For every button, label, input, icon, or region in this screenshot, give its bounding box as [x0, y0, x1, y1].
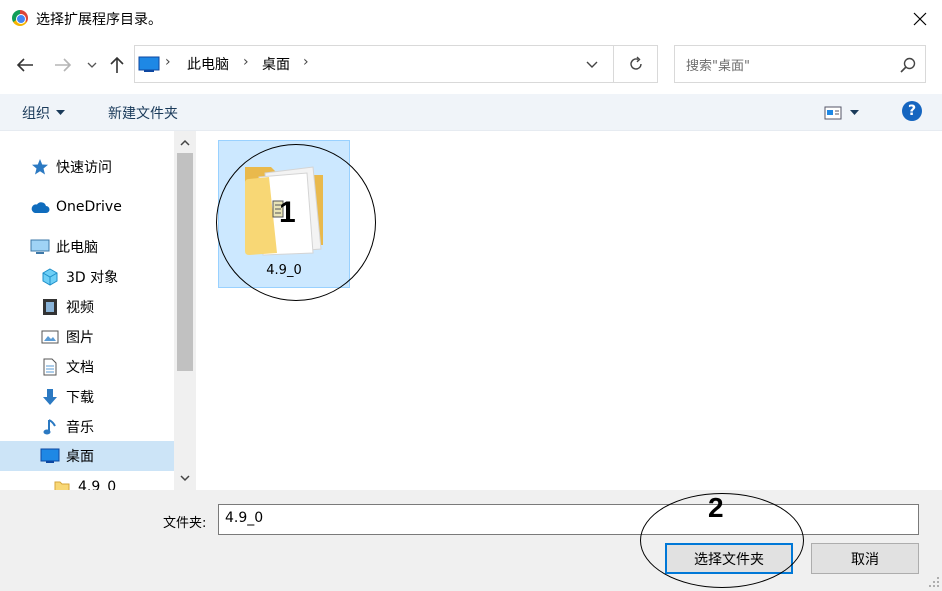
- folder-name-field[interactable]: 4.9_0: [218, 504, 919, 535]
- sidebar-item-desktop[interactable]: 桌面: [0, 441, 174, 471]
- annotation-circle: [216, 144, 376, 301]
- back-button[interactable]: [12, 52, 38, 78]
- sidebar-item-videos[interactable]: 视频: [40, 293, 94, 321]
- sidebar-item-downloads[interactable]: 下载: [40, 383, 94, 411]
- sidebar-item-label: 桌面: [66, 449, 94, 465]
- address-dropdown-button[interactable]: [583, 56, 601, 74]
- breadcrumb-separator[interactable]: ›: [165, 54, 171, 70]
- resize-grip-icon[interactable]: [926, 574, 940, 588]
- download-icon: [40, 387, 60, 407]
- close-button[interactable]: [906, 6, 934, 32]
- breadcrumb-this-pc[interactable]: 此电脑: [187, 54, 229, 74]
- sidebar-item-folder-4-9-0[interactable]: 4.9_0: [52, 473, 116, 490]
- breadcrumb-desktop[interactable]: 桌面: [262, 54, 290, 74]
- organize-button[interactable]: 组织: [22, 103, 65, 123]
- picture-icon: [40, 327, 60, 347]
- scrollbar-thumb[interactable]: [177, 153, 193, 371]
- sidebar-item-label: OneDrive: [56, 199, 122, 215]
- annotation-number: 2: [708, 492, 724, 523]
- sidebar-item-this-pc[interactable]: 此电脑: [30, 233, 98, 261]
- sidebar-item-onedrive[interactable]: OneDrive: [30, 193, 122, 221]
- up-button[interactable]: [104, 52, 130, 78]
- document-icon: [40, 357, 60, 377]
- sidebar-item-label: 视频: [66, 300, 94, 316]
- sidebar-item-label: 文档: [66, 360, 94, 376]
- command-bar: 组织 新建文件夹 ?: [0, 94, 942, 131]
- folder-icon: [52, 477, 72, 490]
- navigation-pane: 快速访问 OneDrive 此电脑 3D 对象 视频 图片 文档 下载 音乐 桌…: [0, 131, 196, 490]
- sidebar-item-label: 3D 对象: [66, 270, 119, 286]
- chevron-down-icon: [180, 474, 190, 481]
- view-options-button[interactable]: [824, 103, 868, 123]
- cloud-icon: [30, 197, 50, 217]
- video-icon: [40, 297, 60, 317]
- chevron-down-icon: [586, 61, 598, 68]
- sidebar-item-label: 音乐: [66, 420, 94, 436]
- address-bar[interactable]: › 此电脑 › 桌面 ›: [134, 45, 614, 83]
- cube-icon: [40, 267, 60, 287]
- breadcrumb-separator[interactable]: ›: [243, 54, 249, 70]
- sidebar-item-3d-objects[interactable]: 3D 对象: [40, 263, 118, 291]
- search-input[interactable]: 搜索"桌面": [674, 45, 926, 83]
- cancel-button[interactable]: 取消: [811, 543, 919, 574]
- desktop-icon: [40, 446, 60, 466]
- desktop-icon: [138, 56, 160, 72]
- sidebar-item-quick-access[interactable]: 快速访问: [30, 153, 112, 181]
- folder-name-label: 文件夹:: [163, 516, 207, 531]
- arrow-right-icon: [55, 58, 72, 72]
- annotation-number: 1: [279, 196, 296, 229]
- refresh-button[interactable]: [614, 45, 658, 83]
- chrome-icon: [12, 10, 28, 26]
- arrow-left-icon: [16, 58, 33, 72]
- organize-label: 组织: [22, 106, 50, 122]
- help-button[interactable]: ?: [902, 101, 922, 121]
- refresh-icon: [629, 56, 642, 70]
- sidebar-item-label: 此电脑: [56, 240, 98, 256]
- music-icon: [40, 417, 60, 437]
- breadcrumb-separator[interactable]: ›: [303, 54, 309, 70]
- caret-down-icon: [56, 110, 65, 115]
- title-bar: 选择扩展程序目录。: [0, 0, 942, 38]
- sidebar-item-music[interactable]: 音乐: [40, 413, 94, 441]
- window-title: 选择扩展程序目录。: [36, 12, 162, 28]
- search-icon: [900, 57, 916, 73]
- forward-button[interactable]: [50, 52, 76, 78]
- new-folder-button[interactable]: 新建文件夹: [108, 103, 178, 123]
- recent-locations-button[interactable]: [84, 54, 100, 76]
- chevron-up-icon: [180, 139, 190, 146]
- sidebar-item-label: 快速访问: [56, 160, 112, 176]
- scroll-up-button[interactable]: [178, 135, 192, 149]
- sidebar-item-label: 下载: [66, 390, 94, 406]
- search-placeholder: 搜索"桌面": [686, 59, 750, 74]
- sidebar-item-label: 4.9_0: [78, 479, 117, 490]
- caret-down-icon: [850, 110, 859, 115]
- arrow-up-icon: [110, 56, 124, 73]
- sidebar-item-pictures[interactable]: 图片: [40, 323, 94, 351]
- sidebar-item-label: 图片: [66, 330, 94, 346]
- sidebar-item-documents[interactable]: 文档: [40, 353, 94, 381]
- view-icon: [824, 106, 842, 120]
- close-icon: [913, 12, 927, 26]
- chevron-down-icon: [87, 62, 97, 68]
- scroll-down-button[interactable]: [178, 471, 192, 485]
- computer-icon: [30, 237, 50, 257]
- star-icon: [30, 157, 50, 177]
